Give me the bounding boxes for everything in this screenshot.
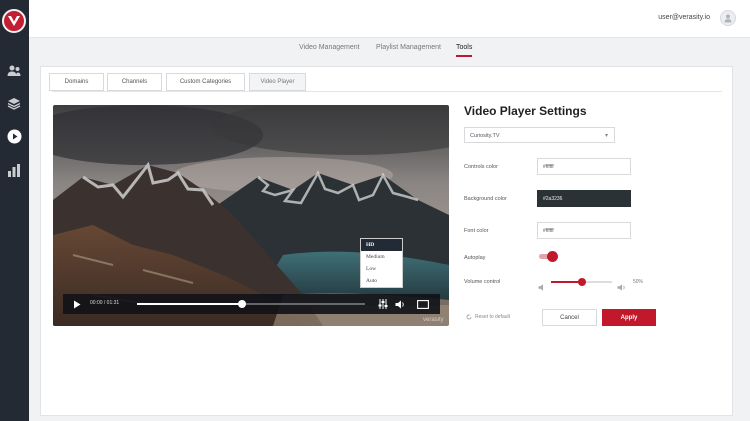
tab-video-player[interactable]: Video Player xyxy=(249,73,306,91)
users-icon[interactable] xyxy=(4,61,24,81)
volume-low-icon xyxy=(538,278,546,296)
autoplay-label: Autoplay xyxy=(464,255,486,261)
volume-icon[interactable] xyxy=(394,294,406,314)
player-controls: 00:00 / 01:31 xyxy=(63,294,440,314)
font-color-field[interactable]: #ffffff xyxy=(537,222,631,239)
volume-slider-handle[interactable] xyxy=(577,278,586,286)
quality-option-auto[interactable]: Auto xyxy=(361,275,402,287)
top-bar: user@verasity.io xyxy=(29,0,750,38)
progress-fill xyxy=(137,303,242,305)
video-player[interactable]: verasity xyxy=(53,105,449,326)
background-color-field[interactable]: #2a3236 xyxy=(537,190,631,207)
progress-handle[interactable] xyxy=(237,300,246,308)
volume-slider-fill xyxy=(551,281,582,283)
player-time: 00:00 / 01:31 xyxy=(90,300,120,306)
reset-to-default-link[interactable]: Reset to default xyxy=(466,314,510,320)
layers-icon[interactable] xyxy=(4,93,24,113)
tab-divider xyxy=(52,91,722,92)
background-color-label: Background color xyxy=(464,196,507,202)
nav-video-management[interactable]: Video Management xyxy=(299,44,360,51)
reset-icon xyxy=(466,314,472,320)
play-icon[interactable] xyxy=(71,294,83,314)
volume-slider[interactable] xyxy=(551,278,612,286)
volume-high-icon xyxy=(617,278,627,296)
nav-tools[interactable]: Tools xyxy=(456,44,473,57)
play-circle-icon[interactable] xyxy=(4,126,24,146)
verasity-logo[interactable] xyxy=(2,9,26,33)
font-color-label: Font color xyxy=(464,228,489,234)
cancel-button[interactable]: Cancel xyxy=(542,309,597,326)
tab-channels[interactable]: Channels xyxy=(107,73,162,91)
tab-domains[interactable]: Domains xyxy=(49,73,104,91)
video-frame: verasity xyxy=(53,105,449,326)
fullscreen-icon[interactable] xyxy=(416,294,430,314)
user-email[interactable]: user@verasity.io xyxy=(658,14,710,21)
equalizer-icon[interactable] xyxy=(377,294,389,314)
sidebar xyxy=(0,0,29,421)
quality-option-low[interactable]: Low xyxy=(361,263,402,275)
controls-color-field[interactable]: #ffffff xyxy=(537,158,631,175)
autoplay-toggle[interactable] xyxy=(539,251,559,262)
apply-button[interactable]: Apply xyxy=(602,309,656,326)
quality-option-hd[interactable]: HD xyxy=(361,239,402,251)
nav-playlist-management[interactable]: Playlist Management xyxy=(376,44,441,51)
user-avatar-icon[interactable] xyxy=(720,10,736,26)
bar-chart-icon[interactable] xyxy=(4,160,24,180)
quality-menu: HD Medium Low Auto xyxy=(360,238,403,288)
v-logo-icon xyxy=(8,16,20,26)
settings-title: Video Player Settings xyxy=(464,104,587,118)
volume-value: 50% xyxy=(633,279,644,285)
chevron-down-icon: ▾ xyxy=(604,133,608,139)
reset-label: Reset to default xyxy=(475,314,511,320)
channel-select[interactable]: Curiosity.TV ▾ xyxy=(464,127,615,143)
channel-select-value: Curiosity.TV xyxy=(470,133,500,139)
volume-control-label: Volume control xyxy=(464,279,501,285)
quality-option-medium[interactable]: Medium xyxy=(361,251,402,263)
tab-custom-categories[interactable]: Custom Categories xyxy=(166,73,245,91)
controls-color-label: Controls color xyxy=(464,164,498,170)
progress-bar[interactable] xyxy=(137,300,365,308)
video-watermark: verasity xyxy=(423,317,444,323)
autoplay-toggle-knob xyxy=(547,251,558,262)
main-nav: Video Management Playlist Management Too… xyxy=(29,38,750,62)
